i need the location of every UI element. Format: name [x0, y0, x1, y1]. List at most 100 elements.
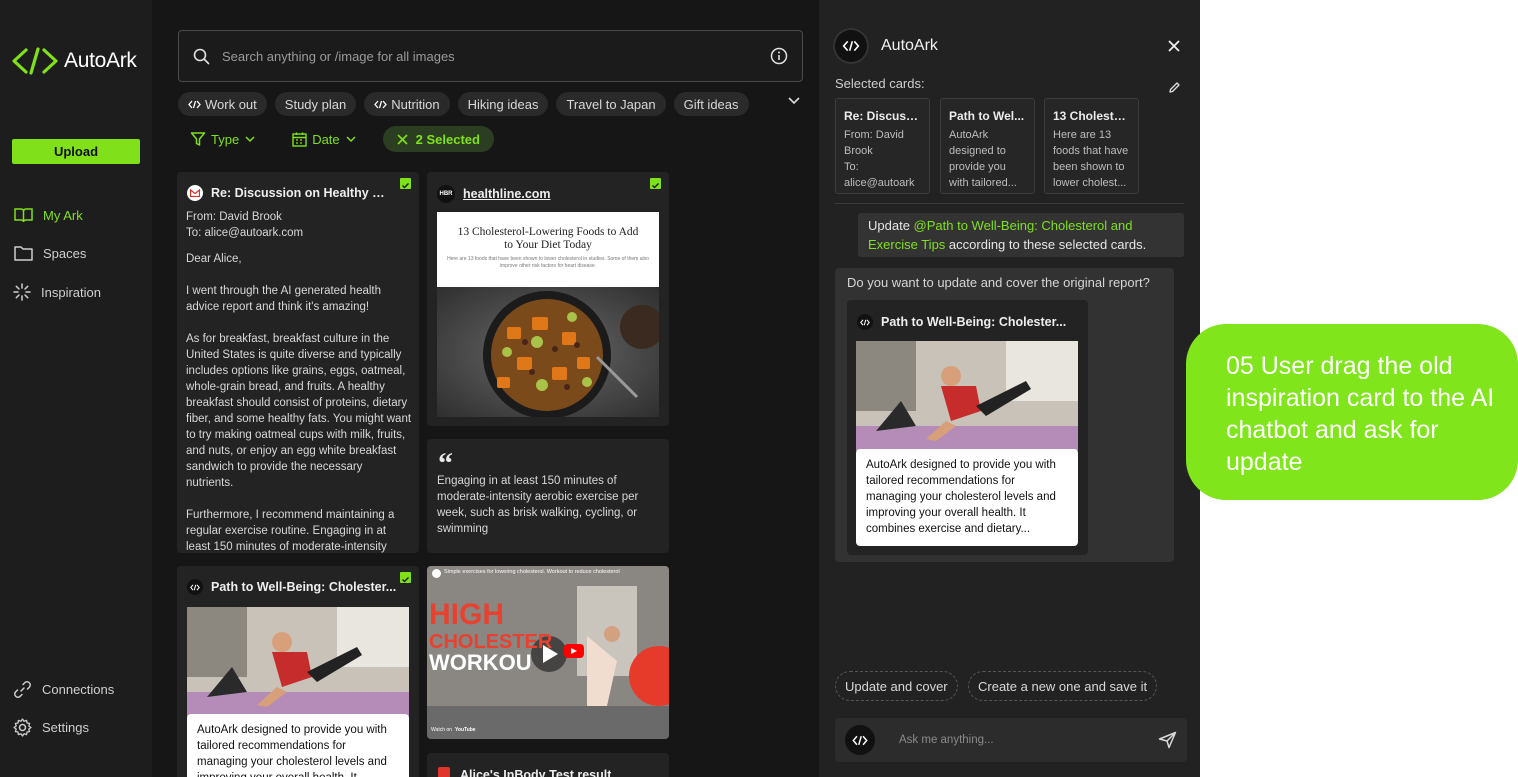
gear-icon [13, 718, 32, 737]
bot-message: Do you want to update and cover the orig… [835, 268, 1174, 562]
article-preview: 13 Cholesterol-Lowering Foods to Add to … [437, 212, 659, 417]
sidebar-item-settings[interactable]: Settings [13, 718, 89, 737]
video-caption: Simple exercises for lowering cholestero… [444, 569, 620, 575]
video-card[interactable]: Simple exercises for lowering cholestero… [427, 566, 669, 739]
book-open-icon [14, 208, 33, 223]
filter-bar: Type Date 2 Selected [190, 126, 494, 152]
autoark-badge-icon [187, 579, 203, 595]
chip-nutrition[interactable]: Nutrition [364, 92, 450, 116]
email-from: From: David Brook [186, 211, 282, 223]
annotation-bubble: 05 User drag the old inspiration card to… [1186, 324, 1518, 500]
user-message-text: according to these selected cards. [945, 237, 1147, 252]
sidebar: AutoArk Upload My Ark Spaces Inspiration… [0, 0, 152, 777]
chat-title: AutoArk [881, 37, 938, 54]
bot-report-title: Path to Well-Being: Cholester... [881, 315, 1067, 329]
check-icon [402, 183, 409, 189]
quote-card[interactable]: “ Engaging in at least 150 minutes of mo… [427, 439, 669, 553]
chat-panel: AutoArk Selected cards: Re: Discussi... … [819, 0, 1200, 777]
email-paragraph: I went through the AI generated health a… [186, 285, 382, 313]
funnel-icon [190, 132, 206, 146]
app-root: AutoArk Upload My Ark Spaces Inspiration… [0, 0, 1518, 777]
pdf-icon [438, 767, 450, 777]
chip-gift-ideas[interactable]: Gift ideas [673, 92, 749, 116]
report-card[interactable]: Path to Well-Being: Cholester... AutoArk… [177, 566, 419, 777]
chip-travel-to-japan[interactable]: Travel to Japan [556, 92, 666, 116]
close-icon[interactable] [397, 133, 408, 145]
selected-count-pill[interactable]: 2 Selected [382, 126, 494, 152]
search-bar[interactable]: Search anything or /image for all images [178, 30, 803, 82]
close-icon[interactable] [1168, 40, 1180, 52]
selected-card-body: From: David Brook To: alice@autoark [844, 129, 915, 189]
watch-on-youtube[interactable]: Watch on YouTube [431, 727, 476, 733]
bot-report-card[interactable]: Path to Well-Being: Cholester... AutoArk… [847, 300, 1088, 555]
pencil-icon[interactable] [1168, 81, 1181, 94]
email-subject: Re: Discussion on Healthy Eat... [211, 186, 392, 200]
sidebar-item-label: Inspiration [41, 284, 101, 300]
article-card[interactable]: HBR healthline.com 13 Cholesterol-Loweri… [427, 172, 669, 426]
workout-photo-image [856, 341, 1078, 451]
selected-card-title: 13 Choleste... [1053, 109, 1130, 123]
chip-label: Study plan [284, 96, 347, 112]
autoark-avatar-icon [845, 725, 875, 755]
autoark-badge-icon [857, 314, 873, 330]
email-to: To: alice@autoark.com [186, 227, 304, 239]
user-message-text: Update [868, 218, 914, 233]
source-badge-icon: HBR [437, 185, 455, 203]
sidebar-item-label: Spaces [43, 245, 87, 261]
create-new-button[interactable]: Create a new one and save it [968, 671, 1158, 701]
report-title: Path to Well-Being: Cholester... [211, 580, 397, 594]
bot-question: Do you want to update and cover the orig… [847, 275, 1150, 290]
pdf-card[interactable]: Alice's InBody Test result [427, 753, 669, 777]
chevron-down-icon [245, 136, 255, 143]
card-checkbox[interactable] [400, 178, 411, 189]
email-card[interactable]: Re: Discussion on Healthy Eat... From: D… [177, 172, 419, 553]
chip-hiking-ideas[interactable]: Hiking ideas [457, 92, 549, 116]
divider [835, 203, 1184, 204]
selected-card[interactable]: Re: Discussi... From: David Brook To: al… [835, 98, 930, 194]
sidebar-item-label: Connections [42, 682, 115, 697]
card-checkbox[interactable] [400, 572, 411, 583]
upload-button[interactable]: Upload [12, 139, 140, 164]
chevron-down-icon[interactable] [787, 96, 801, 106]
sidebar-item-label: Settings [42, 720, 89, 735]
selected-card[interactable]: 13 Choleste... Here are 13 foods that ha… [1044, 98, 1139, 194]
email-greeting: Dear Alice, [186, 253, 242, 265]
check-icon [652, 183, 659, 189]
logo-text: AutoArk [64, 49, 137, 72]
selected-card-title: Path to Wel... [949, 109, 1025, 123]
workout-photo-image [187, 607, 409, 717]
logo[interactable]: AutoArk [12, 47, 137, 75]
chip-work-out[interactable]: Work out [178, 92, 267, 116]
sidebar-item-my-ark[interactable]: My Ark [14, 207, 83, 223]
search-input[interactable]: Search anything or /image for all images [222, 49, 770, 64]
sidebar-item-inspiration[interactable]: Inspiration [13, 283, 101, 301]
chat-header: AutoArk [835, 30, 938, 62]
youtube-label: YouTube [454, 727, 476, 733]
sidebar-item-spaces[interactable]: Spaces [14, 245, 86, 261]
ask-bar: Ask me anything... [835, 718, 1187, 762]
card-checkbox[interactable] [650, 178, 661, 189]
sidebar-item-label: My Ark [43, 207, 83, 223]
date-filter[interactable]: Date [292, 132, 356, 147]
salad-bowl-image [437, 287, 659, 417]
chip-label: Nutrition [391, 96, 440, 112]
article-source-link[interactable]: healthline.com [463, 187, 551, 201]
selected-card[interactable]: Path to Wel... AutoArk designed to provi… [940, 98, 1035, 194]
email-paragraph: Furthermore, I recommend maintaining a r… [186, 509, 395, 553]
pdf-title: Alice's InBody Test result [460, 767, 612, 777]
update-and-cover-button[interactable]: Update and cover [835, 671, 958, 701]
selected-count-label: 2 Selected [415, 131, 480, 147]
selected-card-title: Re: Discussi... [844, 109, 921, 123]
send-icon[interactable] [1158, 731, 1177, 749]
chip-study-plan[interactable]: Study plan [274, 92, 357, 116]
date-filter-label: Date [312, 131, 340, 147]
chip-label: Hiking ideas [467, 96, 539, 112]
type-filter[interactable]: Type [190, 131, 256, 147]
chat-input[interactable]: Ask me anything... [899, 734, 1158, 746]
info-icon[interactable] [770, 47, 788, 65]
sidebar-item-connections[interactable]: Connections [13, 680, 114, 699]
channel-avatar [432, 569, 441, 578]
folder-icon [14, 246, 33, 261]
user-message: Update @Path to Well-Being: Cholesterol … [858, 213, 1184, 257]
selected-cards-label: Selected cards: [835, 76, 925, 91]
